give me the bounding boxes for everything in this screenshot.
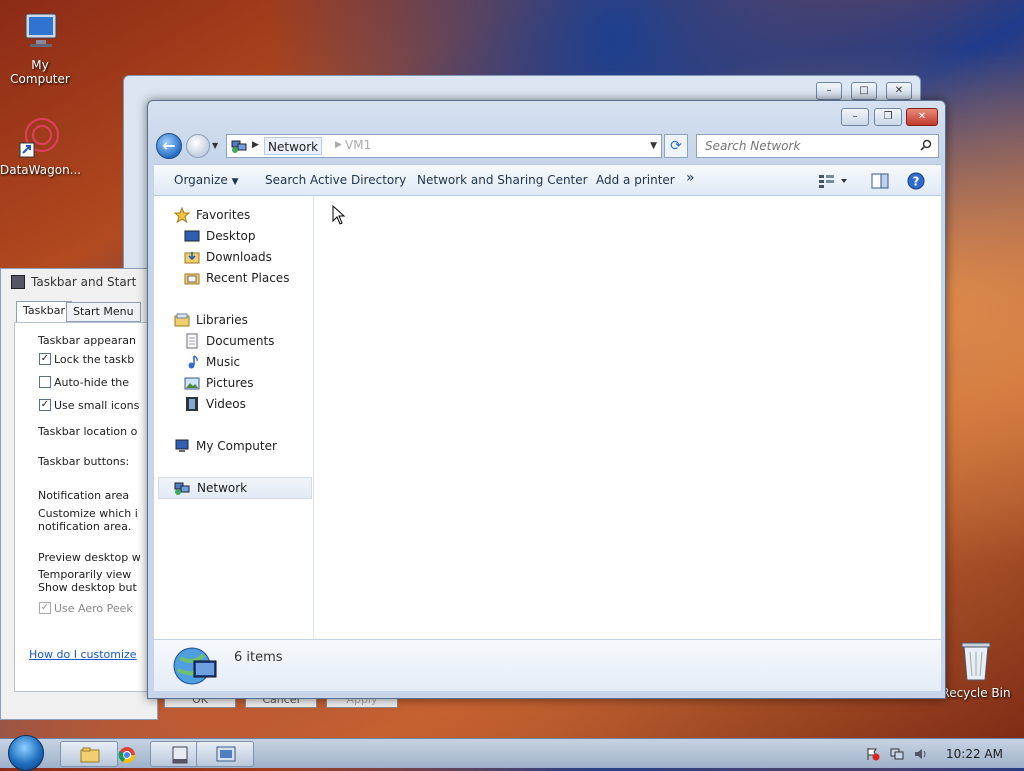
- address-row: ← ▼ ▶ Network ▶ VM1 ▼ ⟳: [156, 133, 939, 159]
- forward-button[interactable]: [186, 134, 210, 158]
- close-button[interactable]: ✕: [906, 108, 938, 126]
- pictures-icon: [184, 377, 200, 390]
- maximize-button[interactable]: □: [851, 82, 877, 100]
- tab-start-menu[interactable]: Start Menu: [66, 302, 141, 322]
- volume-icon[interactable]: [914, 747, 928, 761]
- chevron-down-icon[interactable]: ▼: [650, 141, 657, 151]
- notification-desc-2: notification area.: [38, 520, 132, 533]
- desktop-icon-datawagon[interactable]: DataWagon...: [0, 115, 82, 177]
- view-options-button[interactable]: [817, 171, 847, 191]
- preview-desc-2: Show desktop but: [38, 581, 137, 594]
- desktop-icon-label: My Computer: [10, 58, 70, 86]
- small-icons-label: Use small icons: [54, 399, 140, 412]
- search-box[interactable]: [696, 134, 939, 158]
- item-count: 6 items: [234, 650, 283, 665]
- minimize-button[interactable]: –: [816, 82, 842, 100]
- desktop-icon-recycle-bin[interactable]: Recycle Bin: [936, 638, 1016, 700]
- monitor-icon: [18, 10, 62, 54]
- chevron-right-icon[interactable]: ▶: [335, 140, 342, 150]
- command-bar: Organize ▼ Search Active Directory Netwo…: [154, 164, 941, 196]
- network-window-icon: [216, 746, 236, 762]
- network-globe-icon: [173, 647, 217, 685]
- close-button[interactable]: ✕: [886, 82, 912, 100]
- autohide-checkbox[interactable]: [39, 376, 51, 388]
- desktop-icon-my-computer[interactable]: My Computer: [0, 10, 80, 86]
- breadcrumb-network[interactable]: Network: [264, 137, 323, 155]
- network-icon: [174, 482, 190, 495]
- start-button[interactable]: [8, 735, 44, 771]
- autohide-label: Auto-hide the: [54, 376, 130, 389]
- taskbar-dialog-icon: [11, 275, 25, 289]
- libraries-icon: [174, 313, 190, 327]
- svg-text:?: ?: [913, 175, 920, 189]
- recycle-bin-icon: [954, 638, 998, 682]
- tab-taskbar[interactable]: Taskbar: [16, 301, 72, 323]
- help-button[interactable]: ?: [906, 171, 928, 191]
- network-explorer-window[interactable]: – ❐ ✕ ← ▼ ▶ Network ▶ VM1 ▼ ⟳ Organize ▼…: [147, 100, 946, 699]
- nav-network[interactable]: Network: [158, 477, 312, 499]
- restore-button[interactable]: ❐: [874, 108, 902, 126]
- taskbar-location-label: Taskbar location o: [38, 425, 138, 438]
- preview-desc-1: Temporarily view: [38, 568, 132, 581]
- taskbar-network-button[interactable]: [196, 741, 254, 767]
- chevron-down-icon: ▼: [231, 177, 239, 187]
- back-button[interactable]: ←: [156, 133, 182, 159]
- action-center-flag-icon[interactable]: [866, 747, 880, 761]
- breadcrumb-vm1[interactable]: VM1: [345, 138, 371, 152]
- chrome-icon: [118, 747, 136, 764]
- recent-places-icon: [184, 273, 200, 285]
- folder-icon: [80, 747, 100, 763]
- document-icon: [186, 333, 198, 349]
- taskbar-buttons-label: Taskbar buttons:: [38, 455, 130, 468]
- mouse-cursor-icon: [332, 205, 346, 225]
- preview-pane-button[interactable]: [870, 171, 892, 191]
- view-icon: [819, 175, 847, 188]
- music-note-icon: [188, 355, 198, 369]
- taskbar: 10:22 AM: [0, 735, 1024, 771]
- address-bar[interactable]: ▶ Network ▶ VM1 ▼: [226, 134, 662, 158]
- desktop-icon-label: Recycle Bin: [941, 686, 1011, 700]
- taskbar-settings-icon: [172, 746, 188, 764]
- datawagon-logo-icon: [18, 115, 62, 159]
- search-icon[interactable]: [920, 139, 932, 151]
- help-icon: ?: [907, 172, 925, 190]
- content-area: Favorites Desktop Downloads Recent Place…: [154, 196, 941, 639]
- network-icon: [231, 140, 247, 153]
- notification-area-heading: Notification area: [38, 489, 130, 502]
- network-sharing-center-button[interactable]: Network and Sharing Center: [417, 173, 588, 187]
- search-input[interactable]: [703, 136, 913, 156]
- taskbar-properties-dialog[interactable]: Taskbar and Start Taskbar Start Menu Tas…: [0, 268, 159, 720]
- add-printer-button[interactable]: Add a printer: [596, 173, 675, 187]
- aero-peek-checkbox[interactable]: ✓: [39, 602, 51, 614]
- search-active-directory-button[interactable]: Search Active Directory: [265, 173, 406, 187]
- computer-icon: [175, 439, 189, 452]
- aero-peek-label: Use Aero Peek: [54, 602, 133, 615]
- minimize-button[interactable]: –: [841, 108, 869, 126]
- recent-pages-dropdown[interactable]: ▼: [212, 141, 218, 150]
- desktop-icon-label: DataWagon...: [0, 163, 82, 177]
- lock-taskbar-checkbox[interactable]: ✓: [39, 353, 51, 365]
- dialog-title: Taskbar and Start: [31, 275, 137, 289]
- preview-pane-icon: [871, 173, 889, 189]
- customize-help-link[interactable]: How do I customize: [29, 648, 137, 661]
- lock-taskbar-label: Lock the taskb: [54, 353, 135, 366]
- downloads-folder-icon: [184, 252, 200, 264]
- star-icon: [174, 207, 190, 223]
- details-pane: 6 items: [154, 639, 941, 691]
- small-icons-checkbox[interactable]: ✓: [39, 399, 51, 411]
- chevron-right-icon[interactable]: ▶: [252, 140, 259, 150]
- network-tray-icon[interactable]: [890, 747, 904, 761]
- taskbar-chrome-button[interactable]: [106, 741, 146, 767]
- film-strip-icon: [186, 397, 198, 411]
- preview-desktop-heading: Preview desktop w: [38, 551, 141, 564]
- organize-menu[interactable]: Organize ▼: [174, 173, 239, 187]
- clock[interactable]: 10:22 AM: [946, 747, 1003, 761]
- refresh-button[interactable]: ⟳: [664, 134, 688, 158]
- desktop-icon: [184, 230, 200, 242]
- navigation-pane: Favorites Desktop Downloads Recent Place…: [154, 196, 314, 639]
- more-commands-button[interactable]: »: [686, 170, 695, 186]
- notification-desc-1: Customize which i: [38, 507, 138, 520]
- taskbar-appearance-heading: Taskbar appearan: [38, 334, 136, 347]
